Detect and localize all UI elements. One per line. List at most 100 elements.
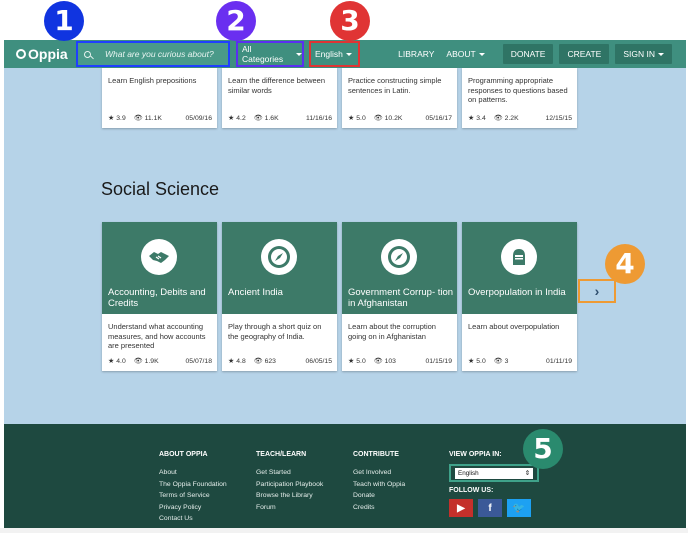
library-link[interactable]: LIBRARY [398,49,434,59]
card-date: 05/09/16 [185,114,212,122]
facebook-icon[interactable]: f [478,499,502,517]
exploration-card[interactable]: Ancient India Play through a short quiz … [222,222,337,371]
card-date: 01/15/19 [425,357,452,365]
card-stats: ★ 5.0 👁 103 01/15/19 [348,357,452,366]
navbar: Oppia All Categories English LIBRARY ABO… [4,40,686,68]
footer-link[interactable]: Participation Playbook [256,479,323,491]
star-icon: ★ [108,115,115,122]
card-rating: 5.0 [476,357,486,365]
eye-icon: 👁 [133,115,143,122]
exploration-card[interactable]: Overpopulation in India Learn about over… [462,222,577,371]
footer-link[interactable]: Donate [353,490,405,502]
caret-down-icon [345,52,352,56]
star-icon: ★ [108,358,115,365]
exploration-card[interactable]: Practice constructing simple sentences i… [342,68,457,128]
footer-link[interactable]: Contact Us [159,513,227,525]
card-date: 05/16/17 [425,114,452,122]
footer-about-column: ABOUT OPPIA About The Oppia Foundation T… [159,451,227,525]
footer-link[interactable]: Get Started [256,467,323,479]
card-title: Government Corrup- tion in Afghanistan [348,287,454,309]
card-views: 1.9K [144,357,159,365]
logo-text: Oppia [28,46,68,62]
footer-link[interactable]: The Oppia Foundation [159,479,227,491]
exploration-card[interactable]: Accounting, Debits and Credits Understan… [102,222,217,371]
card-description: Play through a short quiz on the geograp… [228,322,322,341]
sign-in-label: SIGN IN [623,49,655,59]
bottom-strip [0,528,688,533]
badge-number: 4 [615,247,635,280]
card-description: Learn about the corruption going on in A… [348,322,436,341]
card-stats: ★ 4.8 👁 623 06/05/15 [228,357,332,366]
card-date: 06/05/15 [305,357,332,365]
eye-icon: 👁 [253,115,263,122]
about-label: ABOUT [446,49,476,59]
caret-down-icon [658,52,664,56]
eye-icon: 👁 [133,358,143,365]
footer-link[interactable]: Forum [256,502,323,514]
card-date: 01/11/19 [546,357,572,365]
card-description: Practice constructing simple sentences i… [348,76,442,95]
card-date: 12/15/15 [545,114,572,122]
annotation-badge-4: 4 [605,244,645,284]
twitter-icon[interactable]: 🐦 [507,499,531,517]
card-thumbnail: Overpopulation in India [462,222,577,314]
sign-in-button[interactable]: SIGN IN [615,44,672,64]
card-thumbnail: Accounting, Debits and Credits [102,222,217,314]
card-date: 11/16/16 [306,114,332,122]
footer: ABOUT OPPIA About The Oppia Foundation T… [4,424,686,528]
badge-number: 5 [533,432,553,465]
footer-link[interactable]: Terms of Service [159,490,227,502]
youtube-icon[interactable]: ▶ [449,499,473,517]
card-stats: ★ 4.0 👁 1.9K 05/07/18 [108,357,212,366]
card-views: 3 [504,357,509,365]
footer-language-column: VIEW OPPIA IN: English ⇕ FOLLOW US: ▶ f … [449,451,539,517]
library-content: Learn English prepositions ★ 3.9 👁 11.1K 0… [4,68,686,424]
site-language-select[interactable]: English ⇕ [449,464,539,482]
search-box[interactable] [76,41,230,67]
card-description: Learn about overpopulation [468,322,560,331]
card-rating: 4.0 [116,357,126,365]
star-icon: ★ [468,358,475,365]
footer-link[interactable]: Teach with Oppia [353,479,405,491]
search-input[interactable] [105,49,225,59]
footer-link[interactable]: About [159,467,227,479]
oppia-logo[interactable]: Oppia [16,46,68,62]
exploration-card[interactable]: Programming appropriate responses to que… [462,68,577,128]
eye-icon: 👁 [493,115,503,122]
card-thumbnail: Government Corrup- tion in Afghanistan [342,222,457,314]
eye-icon: 👁 [493,358,503,365]
helmet-icon [501,239,537,275]
exploration-card[interactable]: Learn the difference between similar wor… [222,68,337,128]
card-description: Programming appropriate responses to que… [468,76,568,104]
language-dropdown[interactable]: English [309,41,360,67]
card-rating: 4.8 [236,357,246,365]
badge-number: 3 [340,4,360,37]
donate-button[interactable]: DONATE [502,44,554,64]
card-date: 05/07/18 [185,357,212,365]
oppia-logo-icon [16,49,26,59]
create-button[interactable]: CREATE [559,44,610,64]
categories-dropdown[interactable]: All Categories [236,41,304,67]
card-stats: ★ 5.0 👁 3 01/11/19 [468,357,572,366]
card-stats: ★ 5.0 👁 10.2K 05/16/17 [348,114,452,123]
footer-link[interactable]: Browse the Library [256,490,323,502]
card-description: Learn English prepositions [108,76,197,85]
footer-link[interactable]: Privacy Policy [159,502,227,514]
exploration-card[interactable]: Learn English prepositions ★ 3.9 👁 11.1K 0… [102,68,217,128]
card-description: Learn the difference between similar wor… [228,76,326,95]
card-views: 1.6K [264,114,279,122]
card-views: 623 [264,357,276,365]
footer-heading: ABOUT OPPIA [159,451,208,458]
footer-link[interactable]: Credits [353,502,405,514]
about-menu[interactable]: ABOUT [446,49,485,59]
card-description: Understand what accounting measures, and… [108,322,206,350]
footer-link[interactable]: Get Involved [353,467,405,479]
star-icon: ★ [348,358,355,365]
compass-icon [261,239,297,275]
card-rating: 5.0 [356,357,366,365]
badge-number: 1 [54,4,74,37]
carousel-next-button[interactable]: › [578,279,616,303]
footer-heading: FOLLOW US: [449,487,494,494]
annotation-badge-5: 5 [523,429,563,469]
exploration-card[interactable]: Government Corrup- tion in Afghanistan L… [342,222,457,371]
